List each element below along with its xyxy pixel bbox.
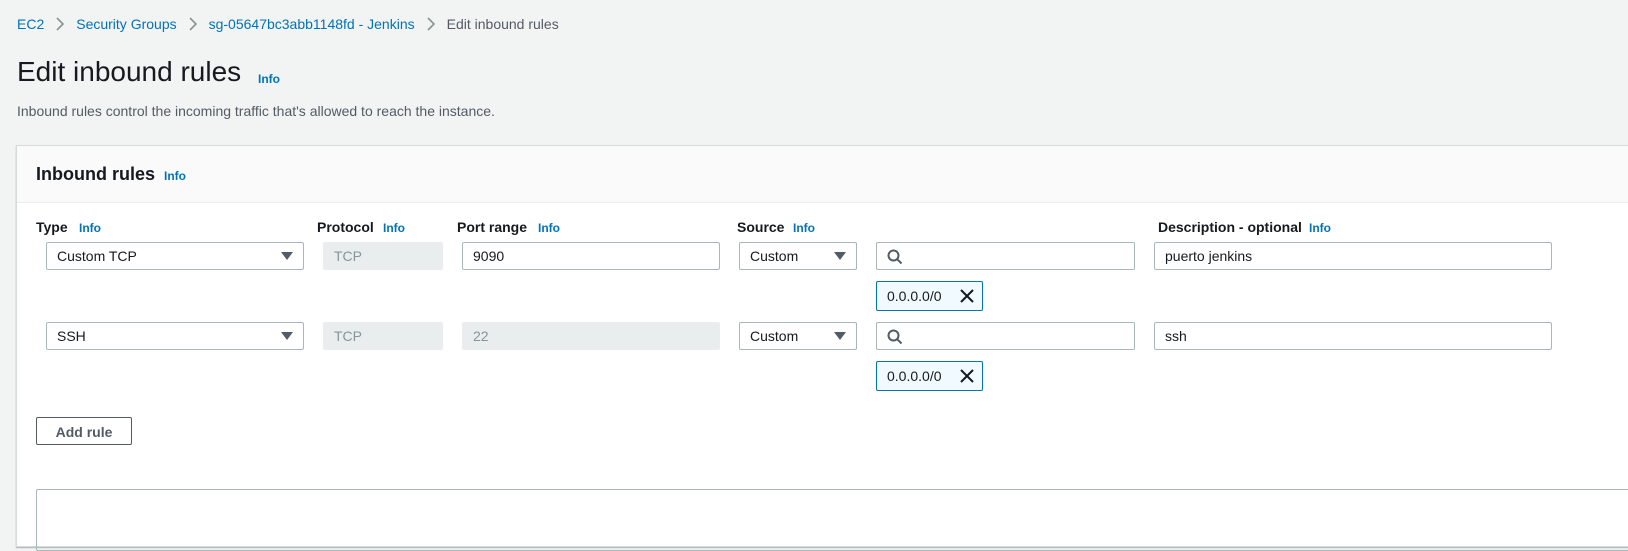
breadcrumb-current: Edit inbound rules [446, 16, 559, 32]
inbound-rules-panel: Inbound rules Info Type Info Protocol In… [16, 145, 1628, 551]
panel-title: Inbound rules [36, 164, 155, 184]
rule-port-range-field [462, 322, 720, 350]
chevron-right-icon [44, 15, 76, 33]
rule-description-input[interactable] [1154, 242, 1552, 270]
cidr-search-input[interactable] [909, 325, 1133, 349]
port-range-info-link[interactable]: Info [538, 221, 560, 235]
rule-type-value: SSH [57, 328, 86, 344]
rule-protocol-field [323, 242, 443, 270]
port-range-column-label: Port range [457, 219, 528, 235]
panel-header: Inbound rules Info [17, 146, 1628, 203]
cidr-token: 0.0.0.0/0 [876, 281, 983, 311]
rule-source-select[interactable]: Custom [739, 242, 857, 270]
source-info-link[interactable]: Info [793, 221, 815, 235]
rule-type-select[interactable]: Custom TCP [46, 242, 304, 270]
close-icon[interactable] [960, 289, 974, 303]
cidr-token-value: 0.0.0.0/0 [887, 288, 942, 304]
protocol-info-link[interactable]: Info [383, 221, 405, 235]
source-column-label: Source [737, 219, 785, 235]
breadcrumb-ec2[interactable]: EC2 [17, 16, 44, 32]
cidr-token-value: 0.0.0.0/0 [887, 368, 942, 384]
close-icon[interactable] [960, 369, 974, 383]
breadcrumb-security-groups[interactable]: Security Groups [76, 16, 176, 32]
page-description: Inbound rules control the incoming traff… [17, 103, 495, 119]
rule-type-select[interactable]: SSH [46, 322, 304, 350]
type-info-link[interactable]: Info [79, 221, 101, 235]
rule-port-range-input[interactable] [462, 242, 720, 270]
warning-box [36, 489, 1628, 551]
rule-description-input[interactable] [1154, 322, 1552, 350]
rule-cidr-search[interactable] [876, 242, 1135, 270]
cidr-search-input[interactable] [909, 245, 1133, 269]
caret-down-icon [281, 332, 293, 340]
protocol-column-label: Protocol [317, 219, 374, 235]
page-title: Edit inbound rules [17, 56, 242, 87]
search-icon [887, 329, 903, 345]
rule-source-value: Custom [750, 328, 799, 344]
description-info-link[interactable]: Info [1309, 221, 1331, 235]
chevron-right-icon [177, 15, 209, 33]
cidr-token: 0.0.0.0/0 [876, 361, 983, 391]
rule-type-value: Custom TCP [57, 248, 137, 264]
caret-down-icon [834, 252, 846, 260]
description-column-label: Description - optional [1158, 219, 1302, 235]
breadcrumb-security-group[interactable]: sg-05647bc3abb1148fd - Jenkins [209, 16, 415, 32]
panel-info-link[interactable]: Info [164, 169, 186, 183]
search-icon [887, 249, 903, 265]
type-column-label: Type [36, 219, 68, 235]
page-info-link[interactable]: Info [258, 72, 280, 86]
caret-down-icon [281, 252, 293, 260]
rule-source-value: Custom [750, 248, 799, 264]
chevron-right-icon [415, 15, 447, 33]
rule-source-select[interactable]: Custom [739, 322, 857, 350]
rule-cidr-search[interactable] [876, 322, 1135, 350]
rule-protocol-field [323, 322, 443, 350]
add-rule-button[interactable]: Add rule [36, 417, 132, 445]
caret-down-icon [834, 332, 846, 340]
breadcrumb: EC2 Security Groups sg-05647bc3abb1148fd… [17, 15, 559, 33]
